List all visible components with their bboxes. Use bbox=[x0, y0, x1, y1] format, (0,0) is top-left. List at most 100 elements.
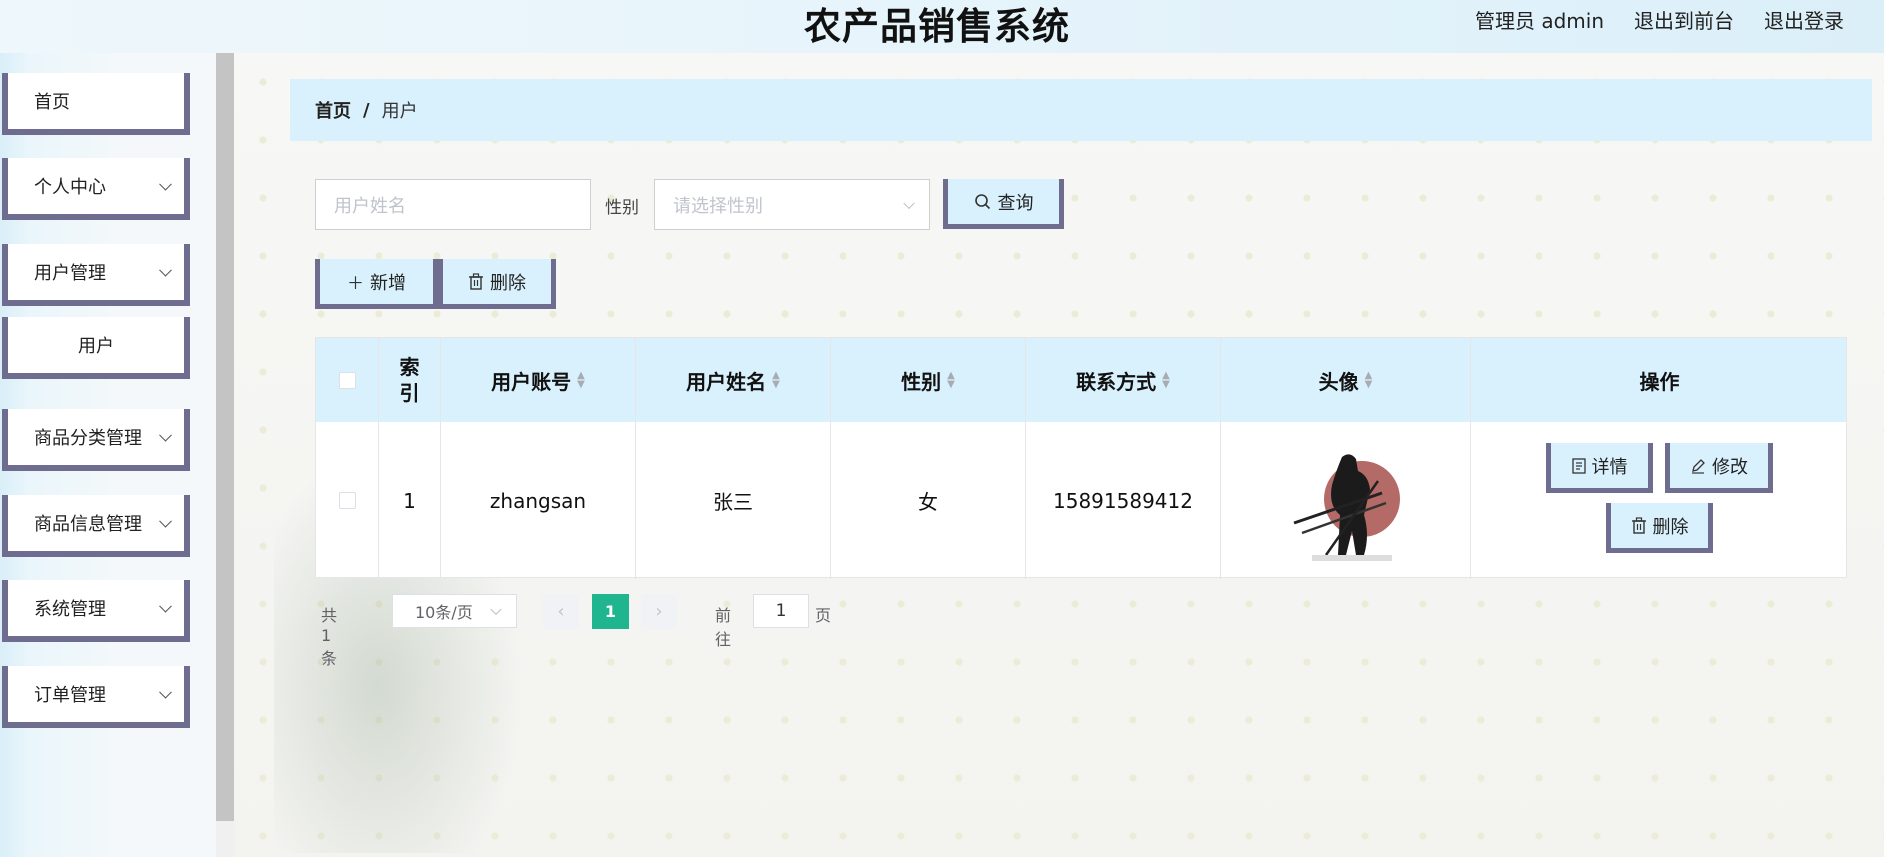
sort-icon[interactable]: ▲ ▼ bbox=[1365, 371, 1373, 390]
detail-button-label: 详情 bbox=[1591, 456, 1628, 478]
sort-icon[interactable]: ▲ ▼ bbox=[577, 371, 585, 390]
add-button[interactable]: ＋ 新增 bbox=[315, 259, 438, 309]
sidebar: 首页 个人中心 用户管理 用户 商品分类管理 商品信息管理 系统管理 订单管理 bbox=[0, 53, 216, 857]
sidebar-item-category-management[interactable]: 商品分类管理 bbox=[2, 409, 190, 471]
name-cell: 张三 bbox=[636, 422, 831, 579]
user-name-placeholder: 用户姓名 bbox=[334, 195, 406, 217]
select-all-checkbox[interactable] bbox=[338, 371, 356, 389]
document-icon bbox=[1571, 457, 1586, 474]
plus-icon: ＋ bbox=[347, 274, 364, 294]
breadcrumb-home[interactable]: 首页 bbox=[315, 97, 351, 123]
sidebar-item-label: 用户管理 bbox=[34, 263, 106, 284]
row-delete-button-label: 删除 bbox=[1652, 516, 1689, 538]
chevron-down-icon bbox=[159, 177, 172, 191]
breadcrumb-separator: / bbox=[363, 99, 370, 121]
column-header-label: 联系方式 bbox=[1076, 369, 1157, 394]
sidebar-item-label: 商品分类管理 bbox=[34, 428, 142, 449]
gender-label: 性别 bbox=[605, 198, 639, 218]
sidebar-item-personal-center[interactable]: 个人中心 bbox=[2, 158, 190, 220]
chevron-left-icon: ‹ bbox=[557, 601, 565, 622]
column-header-label: 头像 bbox=[1318, 369, 1359, 394]
column-header-name[interactable]: 用户姓名 ▲ ▼ bbox=[636, 338, 831, 422]
sort-icon[interactable]: ▲ ▼ bbox=[772, 371, 780, 390]
chevron-down-icon bbox=[159, 599, 172, 613]
sidebar-item-users[interactable]: 用户 bbox=[2, 317, 190, 379]
column-header-account[interactable]: 用户账号 ▲ ▼ bbox=[441, 338, 636, 422]
chevron-down-icon bbox=[159, 263, 172, 277]
query-button-label: 查询 bbox=[997, 192, 1034, 214]
breadcrumb-current: 用户 bbox=[381, 101, 418, 122]
chevron-down-icon bbox=[903, 197, 915, 209]
page-size-select[interactable]: 10条/页 bbox=[392, 594, 517, 628]
goto-prefix: 前往 bbox=[715, 606, 732, 649]
sort-icon[interactable]: ▲ ▼ bbox=[947, 371, 955, 390]
sidebar-item-user-management[interactable]: 用户管理 bbox=[2, 244, 190, 306]
sidebar-scrollbar-thumb[interactable] bbox=[216, 53, 234, 821]
top-header: 农产品销售系统 管理员 admin 退出到前台 退出登录 bbox=[0, 0, 1884, 53]
next-page-button[interactable]: › bbox=[641, 594, 677, 629]
operations-cell bbox=[1471, 422, 1848, 579]
goto-page-input[interactable]: 1 bbox=[753, 594, 809, 628]
add-button-label: 新增 bbox=[370, 272, 406, 294]
query-button[interactable]: 查询 bbox=[943, 179, 1064, 229]
sidebar-item-home[interactable]: 首页 bbox=[2, 73, 190, 135]
delete-button-label: 删除 bbox=[490, 272, 526, 294]
account-cell: zhangsan bbox=[441, 422, 636, 579]
sidebar-item-system-management[interactable]: 系统管理 bbox=[2, 580, 190, 642]
trash-icon bbox=[1631, 517, 1646, 534]
page-number-current[interactable]: 1 bbox=[592, 594, 629, 629]
sort-icon[interactable]: ▲ ▼ bbox=[1162, 371, 1170, 390]
breadcrumb: 首页 / 用户 bbox=[290, 79, 1872, 141]
sidebar-item-label: 系统管理 bbox=[34, 599, 106, 620]
table-header: 索引 用户账号 ▲ ▼ 用户姓名 ▲ ▼ 性别 ▲ ▼ 联系方式 ▲ ▼ 头像 ▲ ▼ 操… bbox=[316, 338, 1846, 422]
search-icon bbox=[974, 193, 990, 209]
edit-button[interactable]: 修改 bbox=[1665, 443, 1773, 493]
phone-cell: 15891589412 bbox=[1026, 422, 1221, 579]
sidebar-item-label: 个人中心 bbox=[34, 177, 106, 198]
trash-icon bbox=[469, 273, 483, 290]
index-cell: 1 bbox=[379, 422, 441, 579]
row-select-cell bbox=[316, 422, 379, 579]
column-header-index: 索引 bbox=[379, 338, 441, 422]
column-header-label: 索引 bbox=[399, 355, 420, 405]
logout-link[interactable]: 退出登录 bbox=[1764, 5, 1844, 34]
column-header-label: 操作 bbox=[1639, 369, 1680, 394]
edit-button-label: 修改 bbox=[1712, 456, 1748, 478]
chevron-right-icon: › bbox=[655, 601, 663, 622]
column-header-label: 性别 bbox=[901, 369, 942, 394]
column-header-gender[interactable]: 性别 ▲ ▼ bbox=[831, 338, 1026, 422]
select-all-cell bbox=[316, 338, 379, 422]
goto-suffix: 页 bbox=[815, 606, 832, 625]
user-name-search-input[interactable]: 用户姓名 bbox=[315, 179, 591, 230]
sidebar-item-label: 商品信息管理 bbox=[34, 514, 142, 535]
sidebar-item-label: 用户 bbox=[78, 336, 114, 357]
chevron-down-icon bbox=[490, 603, 502, 616]
avatar-cell bbox=[1221, 422, 1471, 579]
gender-select[interactable]: 请选择性别 bbox=[654, 179, 930, 230]
column-header-label: 用户账号 bbox=[491, 369, 572, 394]
sidebar-item-label: 订单管理 bbox=[34, 685, 106, 706]
gender-placeholder: 请选择性别 bbox=[673, 195, 763, 217]
header-links: 管理员 admin 退出到前台 退出登录 bbox=[1475, 5, 1844, 34]
row-checkbox[interactable] bbox=[338, 492, 356, 509]
pagination-total: 共 1 条 bbox=[321, 606, 338, 668]
prev-page-button[interactable]: ‹ bbox=[543, 594, 579, 629]
to-front-link[interactable]: 退出到前台 bbox=[1634, 5, 1734, 34]
gender-cell: 女 bbox=[831, 422, 1026, 579]
column-header-avatar[interactable]: 头像 ▲ ▼ bbox=[1221, 338, 1471, 422]
sidebar-item-order-management[interactable]: 订单管理 bbox=[2, 666, 190, 728]
column-header-label: 用户姓名 bbox=[686, 369, 767, 394]
admin-label: 管理员 admin bbox=[1474, 9, 1604, 33]
sidebar-item-product-management[interactable]: 商品信息管理 bbox=[2, 495, 190, 557]
chevron-down-icon bbox=[159, 685, 172, 699]
chevron-down-icon bbox=[159, 428, 172, 442]
chevron-down-icon bbox=[159, 514, 172, 528]
detail-button[interactable]: 详情 bbox=[1546, 443, 1653, 493]
column-header-phone[interactable]: 联系方式 ▲ ▼ bbox=[1026, 338, 1221, 422]
row-delete-button[interactable]: 删除 bbox=[1606, 503, 1713, 553]
page-size-value: 10条/页 bbox=[415, 603, 473, 622]
sidebar-item-label: 首页 bbox=[34, 92, 70, 113]
column-header-operations: 操作 bbox=[1471, 338, 1848, 422]
user-avatar-image bbox=[1281, 436, 1410, 565]
batch-delete-button[interactable]: 删除 bbox=[438, 259, 556, 309]
